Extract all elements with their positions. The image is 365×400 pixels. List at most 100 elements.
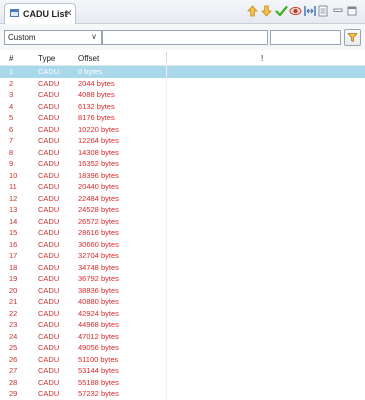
column-header-type[interactable]: Type (38, 54, 55, 63)
table-row[interactable]: 29 CADU 57232 bytes (0, 388, 365, 400)
row-type: CADU (38, 147, 60, 157)
row-type: CADU (38, 67, 60, 76)
row-type: CADU (38, 205, 60, 214)
table-row[interactable]: 23 CADU 44968 bytes (0, 319, 365, 331)
row-number: 25 (9, 343, 18, 352)
row-offset: 30660 bytes (78, 239, 119, 249)
column-divider (166, 307, 167, 319)
table-row[interactable]: 1 CADU 0 bytes (0, 66, 365, 78)
column-divider[interactable] (166, 52, 167, 63)
table-row[interactable]: 24 CADU 47012 bytes (0, 330, 365, 342)
checkmark-icon[interactable] (275, 5, 288, 17)
row-number: 27 (9, 366, 18, 375)
row-number: 21 (9, 297, 18, 306)
row-number: 6 (9, 124, 14, 134)
table-row[interactable]: 4 CADU 6132 bytes (0, 100, 365, 112)
row-offset: 32704 bytes (78, 251, 119, 260)
table-row[interactable]: 12 CADU 22484 bytes (0, 192, 365, 204)
row-type: CADU (38, 193, 60, 203)
table-row[interactable]: 11 CADU 20440 bytes (0, 181, 365, 193)
table-row[interactable]: 15 CADU 28616 bytes (0, 227, 365, 239)
document-icon[interactable] (318, 5, 328, 17)
table-row[interactable]: 13 CADU 24528 bytes (0, 204, 365, 216)
row-number: 20 (9, 285, 18, 295)
table-row[interactable]: 28 CADU 55188 bytes (0, 376, 365, 388)
arrow-down-icon[interactable] (261, 5, 272, 17)
column-divider (166, 123, 167, 135)
row-number: 22 (9, 308, 18, 318)
row-number: 7 (9, 136, 14, 145)
row-offset: 34748 bytes (78, 262, 119, 272)
row-offset: 18396 bytes (78, 170, 119, 180)
arrow-up-icon[interactable] (247, 5, 258, 17)
column-header-offset[interactable]: Offset (78, 54, 99, 63)
column-divider (166, 146, 167, 158)
maximize-icon[interactable] (347, 5, 357, 17)
row-offset: 28616 bytes (78, 228, 119, 237)
table-row[interactable]: 19 CADU 36792 bytes (0, 273, 365, 285)
row-offset: 36792 bytes (78, 274, 119, 283)
row-offset: 4088 bytes (78, 90, 115, 99)
column-divider (166, 135, 167, 147)
row-type: CADU (38, 262, 60, 272)
row-type: CADU (38, 354, 60, 364)
table-row[interactable]: 22 CADU 42924 bytes (0, 307, 365, 319)
table-row[interactable]: 20 CADU 38836 bytes (0, 284, 365, 296)
row-number: 9 (9, 159, 14, 168)
table-row[interactable]: 18 CADU 34748 bytes (0, 261, 365, 273)
table-row[interactable]: 10 CADU 18396 bytes (0, 169, 365, 181)
filter-preset-value: Custom (8, 33, 36, 42)
row-number: 10 (9, 170, 18, 180)
table-row[interactable]: 27 CADU 53144 bytes (0, 365, 365, 377)
row-offset: 47012 bytes (78, 331, 119, 341)
fit-columns-icon[interactable] (304, 5, 316, 17)
row-offset: 8176 bytes (78, 113, 115, 122)
table-row[interactable]: 7 CADU 12264 bytes (0, 135, 365, 147)
row-type: CADU (38, 297, 60, 306)
row-offset: 53144 bytes (78, 366, 119, 375)
row-type: CADU (38, 136, 60, 145)
table-row[interactable]: 2 CADU 2044 bytes (0, 77, 365, 89)
row-offset: 55188 bytes (78, 377, 119, 387)
chevron-down-icon[interactable]: ∨ (91, 32, 97, 41)
row-offset: 42924 bytes (78, 308, 119, 318)
column-divider (166, 284, 167, 296)
table-row[interactable]: 21 CADU 40880 bytes (0, 296, 365, 308)
table-row[interactable]: 26 CADU 51100 bytes (0, 353, 365, 365)
row-offset: 6132 bytes (78, 101, 115, 111)
column-header-flag[interactable]: ! (261, 54, 263, 63)
eye-icon[interactable] (289, 5, 302, 17)
row-type: CADU (38, 251, 60, 260)
row-type: CADU (38, 320, 60, 329)
table-row[interactable]: 14 CADU 26572 bytes (0, 215, 365, 227)
minimize-icon[interactable] (333, 5, 343, 17)
row-number: 8 (9, 147, 14, 157)
filter-expression-input[interactable] (102, 30, 268, 45)
row-offset: 22484 bytes (78, 193, 119, 203)
tab-cadu-list[interactable]: CADU List ✕ (4, 3, 76, 24)
apply-filter-button[interactable] (344, 29, 361, 46)
table-row[interactable]: 5 CADU 8176 bytes (0, 112, 365, 124)
table-row[interactable]: 16 CADU 30660 bytes (0, 238, 365, 250)
table-row[interactable]: 8 CADU 14308 bytes (0, 146, 365, 158)
close-icon[interactable]: ✕ (65, 8, 73, 19)
row-offset: 10220 bytes (78, 124, 119, 134)
column-divider (166, 273, 167, 285)
filter-preset-combo[interactable]: Custom ∨ (4, 30, 102, 45)
row-offset: 38836 bytes (78, 285, 119, 295)
filter-value-input[interactable] (270, 30, 341, 45)
column-header-number[interactable]: # (9, 54, 13, 63)
column-divider (166, 353, 167, 365)
table-row[interactable]: 9 CADU 16352 bytes (0, 158, 365, 170)
column-divider (166, 192, 167, 204)
row-number: 1 (9, 67, 14, 76)
table-row[interactable]: 3 CADU 4088 bytes (0, 89, 365, 101)
table-row[interactable]: 6 CADU 10220 bytes (0, 123, 365, 135)
table-row[interactable]: 25 CADU 49056 bytes (0, 342, 365, 354)
row-number: 29 (9, 389, 18, 398)
column-divider (166, 100, 167, 112)
tab-label: CADU List (23, 9, 68, 19)
row-offset: 40880 bytes (78, 297, 119, 306)
row-type: CADU (38, 182, 60, 191)
table-row[interactable]: 17 CADU 32704 bytes (0, 250, 365, 262)
